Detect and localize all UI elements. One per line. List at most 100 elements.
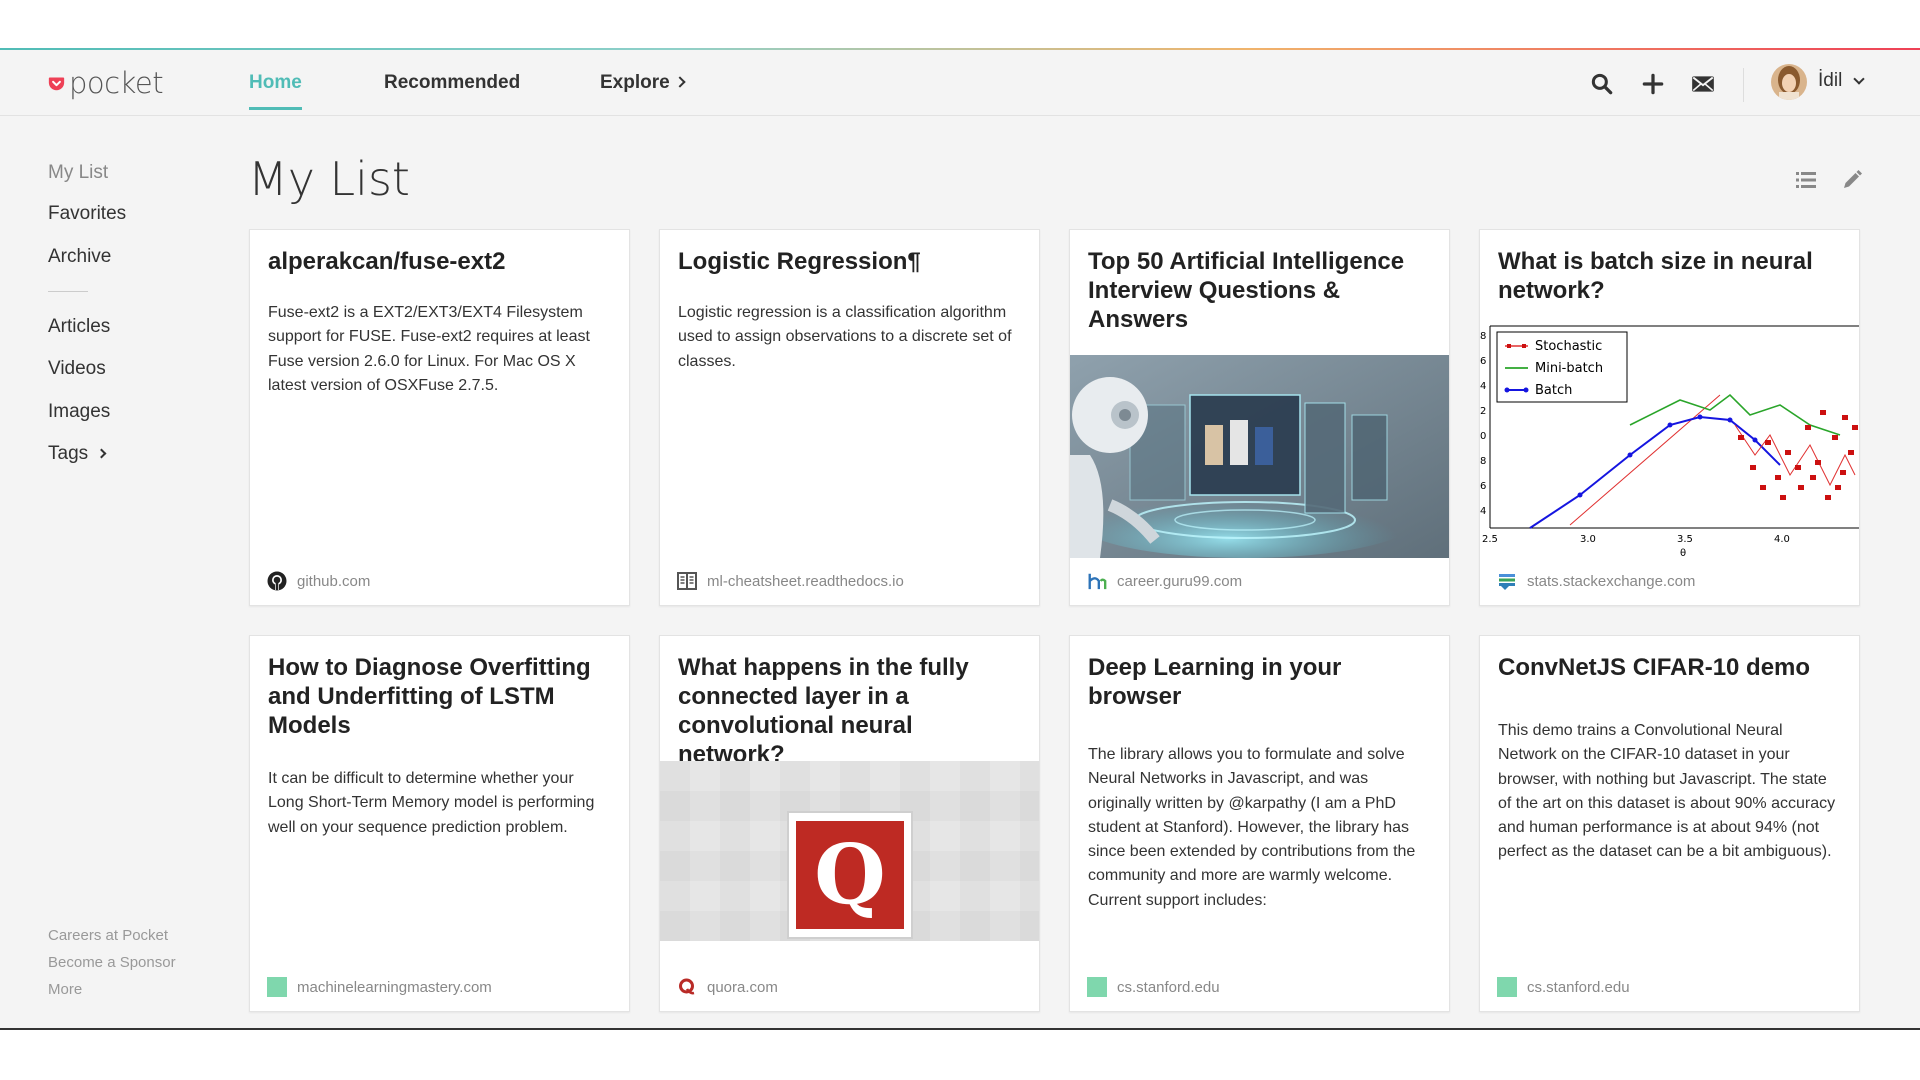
- card-footer: career.guru99.com: [1087, 571, 1242, 591]
- card-title[interactable]: Top 50 Artificial Intelligence Interview…: [1088, 247, 1433, 334]
- sidebar-item-label: Articles: [48, 316, 111, 337]
- card-footer: quora.com: [677, 977, 778, 997]
- card-domain[interactable]: stats.stackexchange.com: [1527, 573, 1695, 590]
- inbox-icon[interactable]: [1690, 71, 1716, 97]
- card-footer: cs.stanford.edu: [1497, 977, 1630, 997]
- plot-tick: 8: [1480, 456, 1486, 467]
- sidebar-item-label: Videos: [48, 358, 106, 379]
- card-excerpt: Logistic regression is a classification …: [678, 304, 1012, 370]
- sidebar-item-label: My List: [48, 162, 109, 183]
- sidebar-divider: [48, 291, 88, 292]
- card-domain[interactable]: cs.stanford.edu: [1117, 979, 1220, 996]
- pocket-logo-text: pocket: [69, 66, 164, 100]
- plot-tick: 4.0: [1774, 534, 1790, 545]
- plot-tick: 6: [1480, 481, 1486, 492]
- plot-tick: 3.0: [1580, 534, 1596, 545]
- card-title[interactable]: Deep Learning in your browser: [1088, 653, 1433, 711]
- user-name[interactable]: İdil: [1818, 70, 1842, 92]
- card-title[interactable]: How to Diagnose Overfitting and Underfit…: [268, 653, 613, 740]
- plot-tick: 4: [1480, 506, 1486, 517]
- stackexchange-icon: [1497, 571, 1517, 591]
- pocket-logo[interactable]: pocket: [48, 66, 164, 100]
- card-title[interactable]: ConvNetJS CIFAR-10 demo: [1498, 653, 1843, 682]
- plot-tick: 4: [1480, 381, 1486, 392]
- plot-tick: 0: [1480, 431, 1486, 442]
- plot-axis-label: θ: [1680, 548, 1686, 558]
- article-card[interactable]: ConvNetJS CIFAR-10 demo This demo trains…: [1479, 635, 1860, 1012]
- chevron-right-icon: [674, 76, 686, 88]
- tab-explore[interactable]: Explore: [600, 72, 686, 94]
- legend-entry: Batch: [1535, 383, 1572, 398]
- add-icon[interactable]: [1640, 71, 1666, 97]
- quora-icon: [677, 977, 697, 997]
- robot-hologram-image[interactable]: [1070, 355, 1449, 558]
- green-square-icon: [1497, 977, 1517, 997]
- edit-icon[interactable]: [1840, 168, 1864, 192]
- card-domain[interactable]: quora.com: [707, 979, 778, 996]
- list-view-icon[interactable]: [1794, 168, 1818, 192]
- sponsor-link[interactable]: Become a Sponsor: [48, 954, 176, 971]
- quora-logo-letter: Q: [796, 821, 904, 929]
- sidebar-item-articles[interactable]: Articles: [48, 316, 110, 338]
- tab-home-label: Home: [249, 72, 302, 93]
- article-card[interactable]: What happens in the fully connected laye…: [659, 635, 1040, 1012]
- card-excerpt: It can be difficult to determine whether…: [268, 770, 595, 836]
- sidebar-item-videos[interactable]: Videos: [48, 358, 106, 380]
- plot-tick: 8: [1480, 331, 1486, 342]
- card-title[interactable]: Logistic Regression¶: [678, 247, 1023, 276]
- chevron-right-icon: [96, 448, 107, 459]
- card-domain[interactable]: cs.stanford.edu: [1527, 979, 1630, 996]
- article-card[interactable]: Top 50 Artificial Intelligence Interview…: [1069, 229, 1450, 606]
- card-footer: ml-cheatsheet.readthedocs.io: [677, 571, 904, 591]
- card-excerpt: Fuse-ext2 is a EXT2/EXT3/EXT4 Filesystem…: [268, 304, 590, 394]
- pocket-logo-icon: [48, 77, 65, 90]
- careers-link[interactable]: Careers at Pocket: [48, 927, 168, 944]
- quora-logo: Q: [787, 811, 913, 939]
- sidebar-item-tags[interactable]: Tags: [48, 443, 107, 465]
- sidebar-item-my-list[interactable]: My List: [48, 162, 108, 184]
- sidebar-item-label: Archive: [48, 246, 112, 267]
- green-square-icon: [267, 977, 287, 997]
- article-card[interactable]: Logistic Regression¶ Logistic regression…: [659, 229, 1040, 606]
- legend-entry: Stochastic: [1535, 339, 1602, 354]
- article-card[interactable]: alperakcan/fuse-ext2 Fuse-ext2 is a EXT2…: [249, 229, 630, 606]
- search-icon[interactable]: [1589, 71, 1615, 97]
- sidebar-item-label: Favorites: [48, 203, 127, 224]
- quora-logo-image[interactable]: Q: [660, 761, 1039, 941]
- legend-entry: Mini-batch: [1535, 361, 1603, 376]
- tab-explore-label: Explore: [600, 72, 670, 93]
- github-icon: [267, 571, 287, 591]
- card-title[interactable]: What is batch size in neural network?: [1498, 247, 1843, 305]
- plot-tick: 2.5: [1482, 534, 1498, 545]
- readthedocs-icon: [677, 571, 697, 591]
- gradient-descent-plot-image[interactable]: 8 6 4 2 0 8 6 4 2.5 3.0 3.5 4.0 θ Stocha…: [1480, 325, 1859, 558]
- card-footer: stats.stackexchange.com: [1497, 571, 1695, 591]
- card-domain[interactable]: ml-cheatsheet.readthedocs.io: [707, 573, 904, 590]
- avatar[interactable]: [1771, 64, 1807, 100]
- card-title[interactable]: What happens in the fully connected laye…: [678, 653, 1023, 769]
- card-footer: machinelearningmastery.com: [267, 977, 492, 997]
- top-nav-bar: pocket Home Recommended Explore İdil: [0, 50, 1920, 116]
- article-card[interactable]: Deep Learning in your browser The librar…: [1069, 635, 1450, 1012]
- tab-recommended[interactable]: Recommended: [384, 72, 520, 94]
- page-title: My List: [248, 152, 410, 206]
- card-excerpt: The library allows you to formulate and …: [1088, 746, 1416, 909]
- guru99-icon: [1087, 571, 1107, 591]
- card-title[interactable]: alperakcan/fuse-ext2: [268, 247, 613, 276]
- chevron-down-icon[interactable]: [1853, 73, 1865, 85]
- plot-tick: 6: [1480, 356, 1486, 367]
- card-domain[interactable]: career.guru99.com: [1117, 573, 1242, 590]
- card-domain[interactable]: machinelearningmastery.com: [297, 979, 492, 996]
- tab-home[interactable]: Home: [249, 72, 302, 110]
- sidebar-item-images[interactable]: Images: [48, 401, 110, 423]
- green-square-icon: [1087, 977, 1107, 997]
- card-footer: github.com: [267, 571, 370, 591]
- sidebar-item-archive[interactable]: Archive: [48, 246, 111, 268]
- article-card[interactable]: What is batch size in neural network? 8 …: [1479, 229, 1860, 606]
- more-link[interactable]: More: [48, 981, 82, 998]
- plot-tick: 3.5: [1677, 534, 1693, 545]
- article-card[interactable]: How to Diagnose Overfitting and Underfit…: [249, 635, 630, 1012]
- plot-tick: 2: [1480, 406, 1486, 417]
- sidebar-item-favorites[interactable]: Favorites: [48, 203, 126, 225]
- card-domain[interactable]: github.com: [297, 573, 370, 590]
